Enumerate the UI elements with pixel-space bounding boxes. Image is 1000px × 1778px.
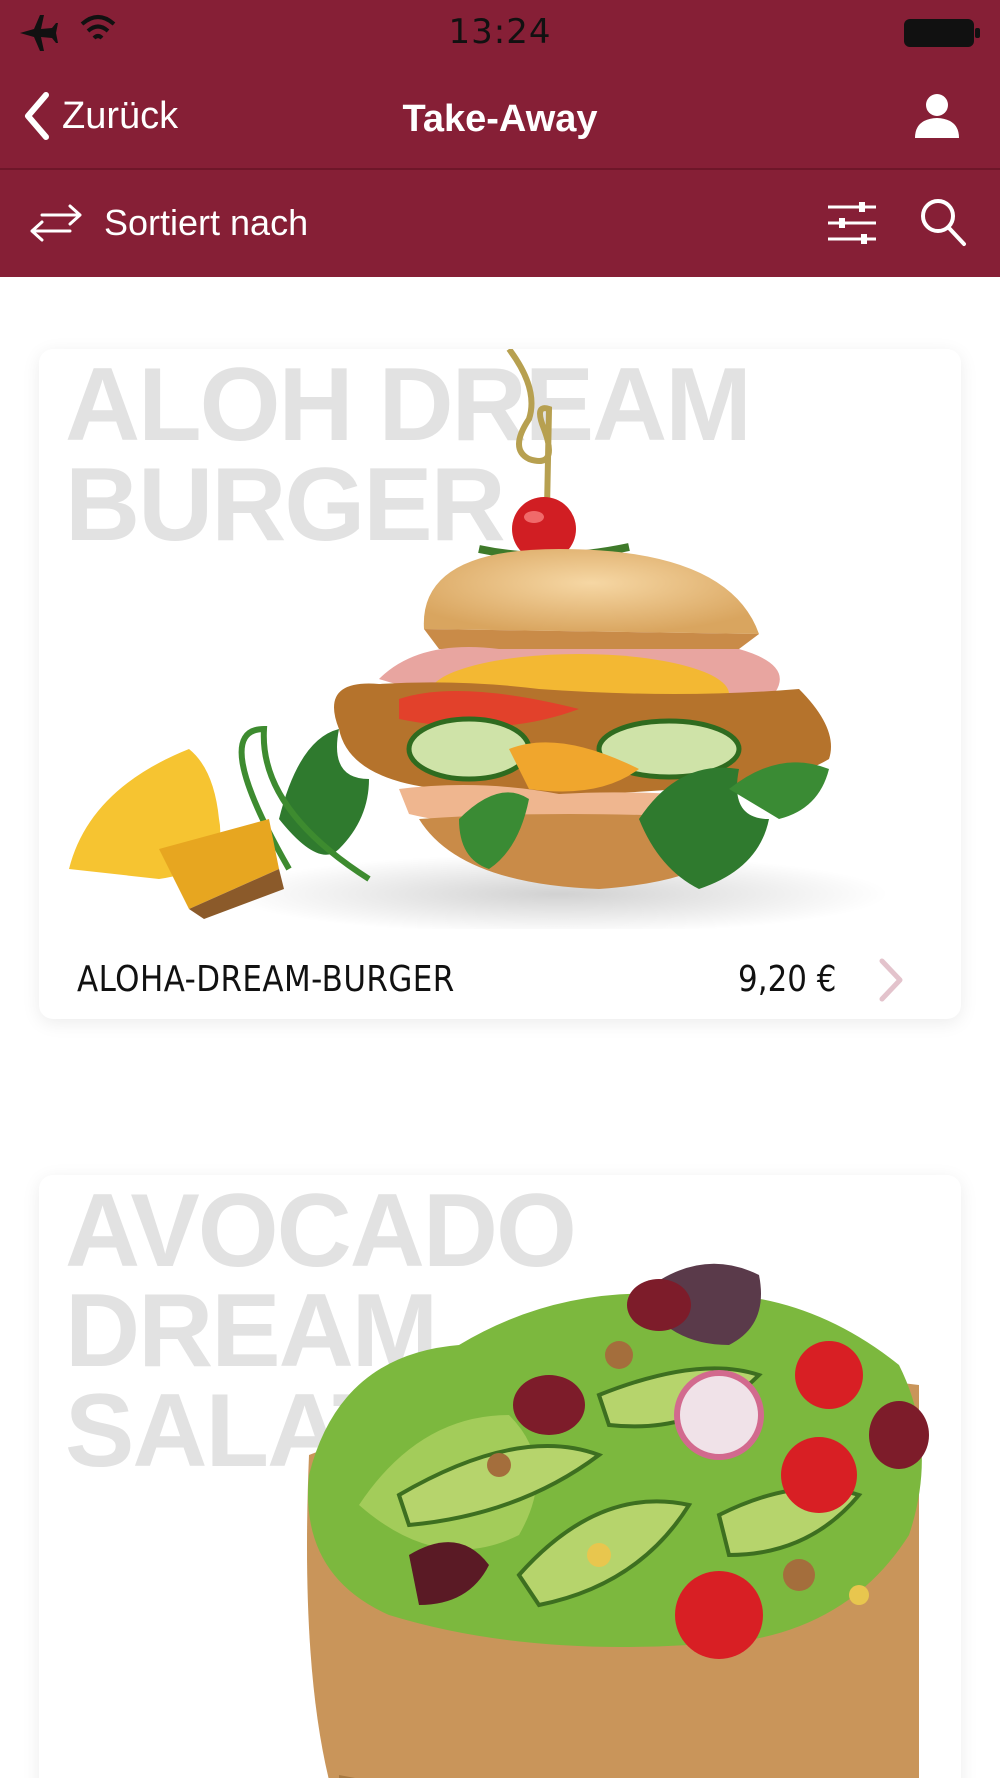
swap-arrows-icon (30, 204, 82, 242)
menu-item-footer: ALOHA-DREAM-BURGER 9,20 € (39, 929, 961, 1019)
battery-icon (904, 19, 980, 47)
status-bar: 13:24 (0, 0, 1000, 62)
salad-illustration (307, 1263, 929, 1778)
search-icon[interactable] (918, 196, 968, 248)
menu-item-price: 9,20 € (738, 959, 837, 1000)
status-time: 13:24 (448, 12, 552, 52)
menu-item-card[interactable]: AVOCADO DREAM SALAT (39, 1175, 961, 1778)
page-title: Take-Away (402, 98, 598, 140)
burger-illustration (69, 349, 889, 929)
menu-item-card[interactable]: ALOH DREAM BURGER ALOHA-DREAM-BURGER 9,2… (39, 349, 961, 1019)
user-icon[interactable] (912, 90, 962, 140)
menu-list[interactable]: ALOH DREAM BURGER ALOHA-DREAM-BURGER 9,2… (0, 277, 1000, 1778)
sliders-icon[interactable] (826, 198, 878, 248)
chevron-right-icon (879, 958, 903, 1002)
sort-filter-bar: Sortiert nach (0, 170, 1000, 277)
menu-item-name: ALOHA-DREAM-BURGER (77, 959, 455, 1000)
menu-item-image: ALOH DREAM BURGER (39, 349, 961, 929)
sort-label: Sortiert nach (104, 202, 309, 243)
sort-button[interactable]: Sortiert nach (28, 198, 308, 248)
navigation-bar: Zurück Take-Away (0, 62, 1000, 170)
menu-item-image: AVOCADO DREAM SALAT (39, 1175, 961, 1778)
